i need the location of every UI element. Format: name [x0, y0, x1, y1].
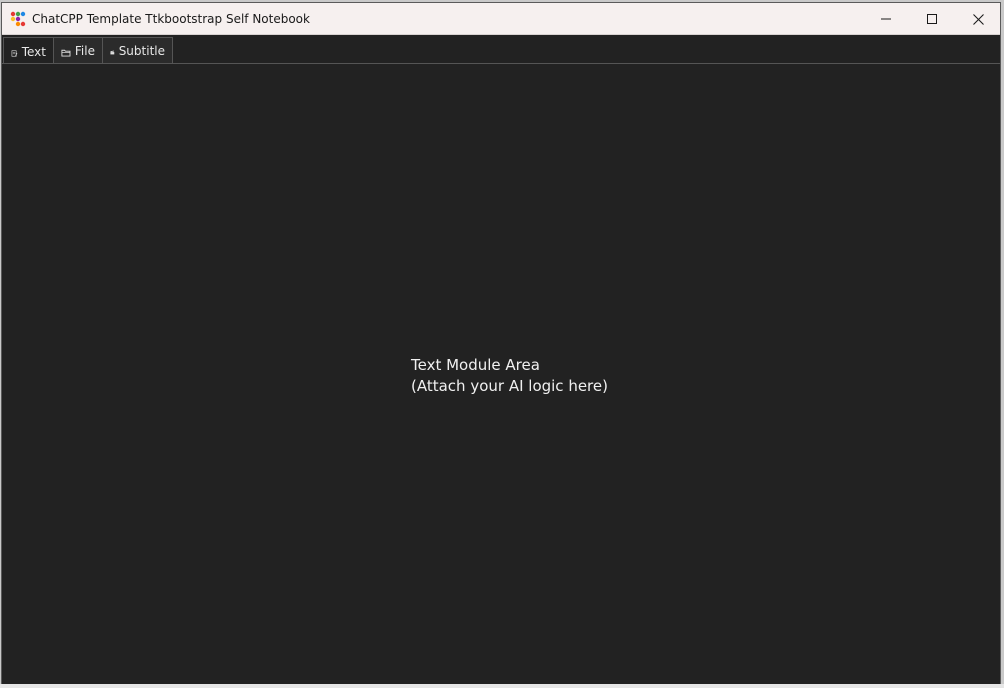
title-bar[interactable]: ChatCPP Template Ttkbootstrap Self Noteb…: [2, 3, 1000, 35]
notebook-tabs: Text File Subtitle: [2, 35, 1000, 65]
text-module-panel: Text Module Area (Attach your AI logic h…: [2, 63, 1000, 685]
tab-file[interactable]: File: [53, 37, 103, 63]
tab-label: File: [74, 43, 95, 58]
minimize-icon: [881, 18, 891, 20]
tab-subtitle[interactable]: Subtitle: [102, 37, 173, 63]
module-hint: (Attach your AI logic here): [411, 377, 608, 395]
close-icon: [972, 13, 984, 25]
module-title: Text Module Area: [411, 356, 540, 374]
maximize-icon: [927, 14, 937, 24]
folder-icon: [61, 49, 71, 57]
background-window-strip: [0, 684, 1004, 688]
app-window: ChatCPP Template Ttkbootstrap Self Noteb…: [1, 2, 1001, 686]
maximize-button[interactable]: [909, 3, 955, 35]
document-icon: [11, 49, 18, 57]
minimize-button[interactable]: [863, 3, 909, 35]
window-title: ChatCPP Template Ttkbootstrap Self Noteb…: [32, 12, 310, 26]
app-logo-icon: [10, 11, 26, 27]
tab-label: Text: [21, 44, 46, 59]
clapperboard-icon: [110, 50, 115, 54]
close-button[interactable]: [955, 3, 1000, 35]
module-placeholder-text: Text Module Area (Attach your AI logic h…: [411, 355, 608, 397]
tab-text[interactable]: Text: [3, 37, 54, 65]
tab-label: Subtitle: [118, 43, 165, 58]
